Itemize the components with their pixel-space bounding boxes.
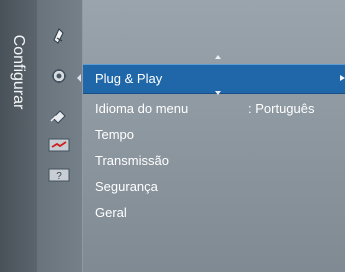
down-arrow-icon [215, 91, 221, 95]
left-arrow-icon [77, 74, 81, 82]
input-icon[interactable] [48, 137, 70, 153]
configurar-label: Configurar [10, 34, 27, 110]
menu-value-idioma-do-menu: : Português [248, 101, 315, 116]
menu-item-idioma-do-menu[interactable]: Idioma do menu [95, 101, 188, 116]
settings-gear-icon[interactable] [50, 67, 68, 85]
menu-item-geral[interactable]: Geral [95, 205, 127, 220]
tv-settings-screen: Configurar ? Plug & Play Idioma do menu … [0, 0, 345, 272]
settings-menu: Plug & Play Idioma do menu : Português T… [77, 0, 345, 272]
svg-text:?: ? [56, 171, 62, 182]
menu-item-tempo[interactable]: Tempo [95, 127, 134, 142]
menu-item-plug-play[interactable]: Plug & Play [95, 71, 162, 86]
menu-item-transmissao[interactable]: Transmissão [95, 153, 169, 168]
help-icon[interactable]: ? [48, 167, 70, 183]
configurar-side-tab: Configurar [0, 0, 37, 272]
antenna-icon [50, 27, 68, 45]
right-arrow-icon [340, 75, 345, 81]
menu-item-seguranca[interactable]: Segurança [95, 179, 158, 194]
satellite-icon[interactable] [50, 107, 68, 125]
category-icon-column: ? [37, 0, 83, 272]
up-arrow-icon [215, 55, 221, 59]
